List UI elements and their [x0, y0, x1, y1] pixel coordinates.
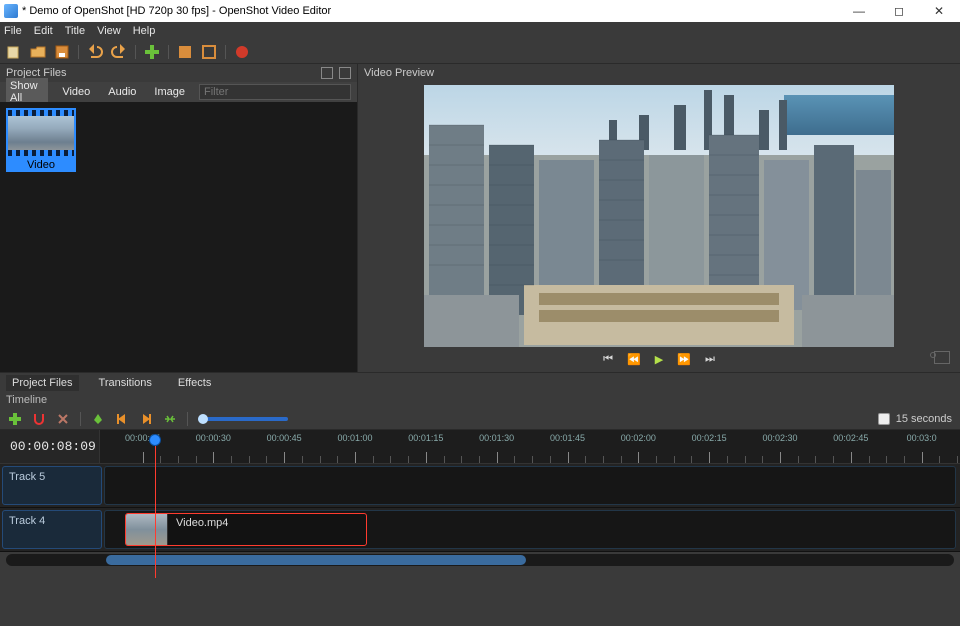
clip-label: Video.mp4	[168, 517, 236, 529]
track-header[interactable]: Track 4	[2, 510, 102, 549]
panel-close-icon[interactable]	[339, 67, 351, 79]
transport-controls: ⏮ ⏪ ▶ ⏩ ⏭	[358, 347, 960, 372]
menu-title[interactable]: Title	[65, 25, 85, 37]
track-row: Track 4 Video.mp4	[0, 508, 960, 552]
timeline-label: Timeline	[0, 392, 960, 408]
timeline-panel: Timeline 15 seconds 00:00:08:09 00:00:15…	[0, 392, 960, 566]
next-marker-icon[interactable]	[139, 412, 153, 426]
redo-icon[interactable]	[111, 44, 127, 60]
clip-thumbnail	[126, 514, 168, 545]
ruler-label: 00:02:15	[692, 433, 727, 443]
open-project-icon[interactable]	[30, 44, 46, 60]
undo-icon[interactable]	[87, 44, 103, 60]
file-item[interactable]: Video	[6, 108, 76, 172]
menu-file[interactable]: File	[4, 25, 22, 37]
main-toolbar	[0, 40, 960, 64]
tab-project-files[interactable]: Project Files	[6, 375, 79, 391]
jump-start-icon[interactable]: ⏮	[603, 353, 613, 366]
video-preview-title: Video Preview	[364, 67, 434, 79]
track-row: Track 5	[0, 464, 960, 508]
timeline-toolbar: 15 seconds	[0, 408, 960, 430]
maximize-button[interactable]: ◻	[882, 2, 916, 20]
prev-marker-icon[interactable]	[115, 412, 129, 426]
titlebar: * Demo of OpenShot [HD 720p 30 fps] - Op…	[0, 0, 960, 22]
fullscreen-icon[interactable]	[201, 44, 217, 60]
ruler-label: 00:03:0	[907, 433, 937, 443]
tab-effects[interactable]: Effects	[172, 375, 217, 391]
razor-icon[interactable]	[56, 412, 70, 426]
filter-image[interactable]: Image	[150, 84, 189, 100]
timeline-scrollbar[interactable]	[6, 554, 954, 566]
menu-edit[interactable]: Edit	[34, 25, 53, 37]
ruler-label: 00:02:45	[833, 433, 868, 443]
panel-float-icon[interactable]	[321, 67, 333, 79]
ruler-label: 00:00:45	[267, 433, 302, 443]
save-project-icon[interactable]	[54, 44, 70, 60]
ruler-label: 00:02:00	[621, 433, 656, 443]
window-title: * Demo of OpenShot [HD 720p 30 fps] - Op…	[22, 5, 842, 17]
track-header[interactable]: Track 5	[2, 466, 102, 505]
video-preview[interactable]	[424, 85, 894, 347]
ruler-label: 00:00:30	[196, 433, 231, 443]
import-files-icon[interactable]	[144, 44, 160, 60]
snapshot-icon[interactable]	[934, 351, 950, 364]
file-thumbnail	[6, 108, 76, 158]
app-icon	[4, 4, 18, 18]
lower-tabs: Project Files Transitions Effects	[0, 372, 960, 392]
ruler-label: 00:01:00	[337, 433, 372, 443]
timecode: 00:00:08:09	[0, 430, 100, 463]
minimize-button[interactable]: —	[842, 2, 876, 20]
ruler-label: 00:01:45	[550, 433, 585, 443]
ruler-label: 00:01:30	[479, 433, 514, 443]
zoom-label: 15 seconds	[896, 413, 952, 425]
menubar: File Edit Title View Help	[0, 22, 960, 40]
profile-icon[interactable]	[177, 44, 193, 60]
play-icon[interactable]: ▶	[655, 353, 663, 366]
clip[interactable]: Video.mp4	[125, 513, 367, 546]
project-files-panel: Project Files Show All Video Audio Image…	[0, 64, 358, 372]
fast-forward-icon[interactable]: ⏩	[677, 353, 691, 366]
files-area[interactable]: Video	[0, 102, 357, 372]
filter-audio[interactable]: Audio	[104, 84, 140, 100]
rewind-icon[interactable]: ⏪	[627, 353, 641, 366]
new-project-icon[interactable]	[6, 44, 22, 60]
playhead[interactable]	[155, 434, 156, 578]
filter-row: Show All Video Audio Image	[0, 82, 357, 102]
ruler-row: 00:00:08:09 00:00:1500:00:3000:00:4500:0…	[0, 430, 960, 464]
menu-help[interactable]: Help	[133, 25, 156, 37]
export-video-icon[interactable]	[234, 44, 250, 60]
zoom-slider-handle[interactable]	[198, 414, 208, 424]
add-marker-icon[interactable]	[91, 412, 105, 426]
menu-view[interactable]: View	[97, 25, 121, 37]
tracks-area: Track 5 Track 4 Video.mp4	[0, 464, 960, 552]
time-ruler[interactable]: 00:00:1500:00:3000:00:4500:01:0000:01:15…	[100, 430, 960, 463]
playhead-knob[interactable]	[149, 434, 161, 446]
zoom-slider[interactable]	[198, 417, 288, 421]
add-track-icon[interactable]	[8, 412, 22, 426]
tab-transitions[interactable]: Transitions	[93, 375, 158, 391]
file-label: Video	[6, 158, 76, 172]
track-lane[interactable]: Video.mp4	[104, 510, 956, 549]
zoom-lock-checkbox[interactable]	[878, 413, 890, 425]
track-lane[interactable]	[104, 466, 956, 505]
filter-input[interactable]	[199, 84, 351, 100]
filter-video[interactable]: Video	[58, 84, 94, 100]
ruler-label: 00:01:15	[408, 433, 443, 443]
timeline-scrollbar-thumb[interactable]	[106, 555, 526, 565]
ruler-label: 00:02:30	[762, 433, 797, 443]
video-preview-panel: Video Preview	[358, 64, 960, 372]
center-playhead-icon[interactable]	[163, 412, 177, 426]
jump-end-icon[interactable]: ⏭	[705, 353, 715, 366]
snap-icon[interactable]	[32, 412, 46, 426]
close-button[interactable]: ✕	[922, 2, 956, 20]
